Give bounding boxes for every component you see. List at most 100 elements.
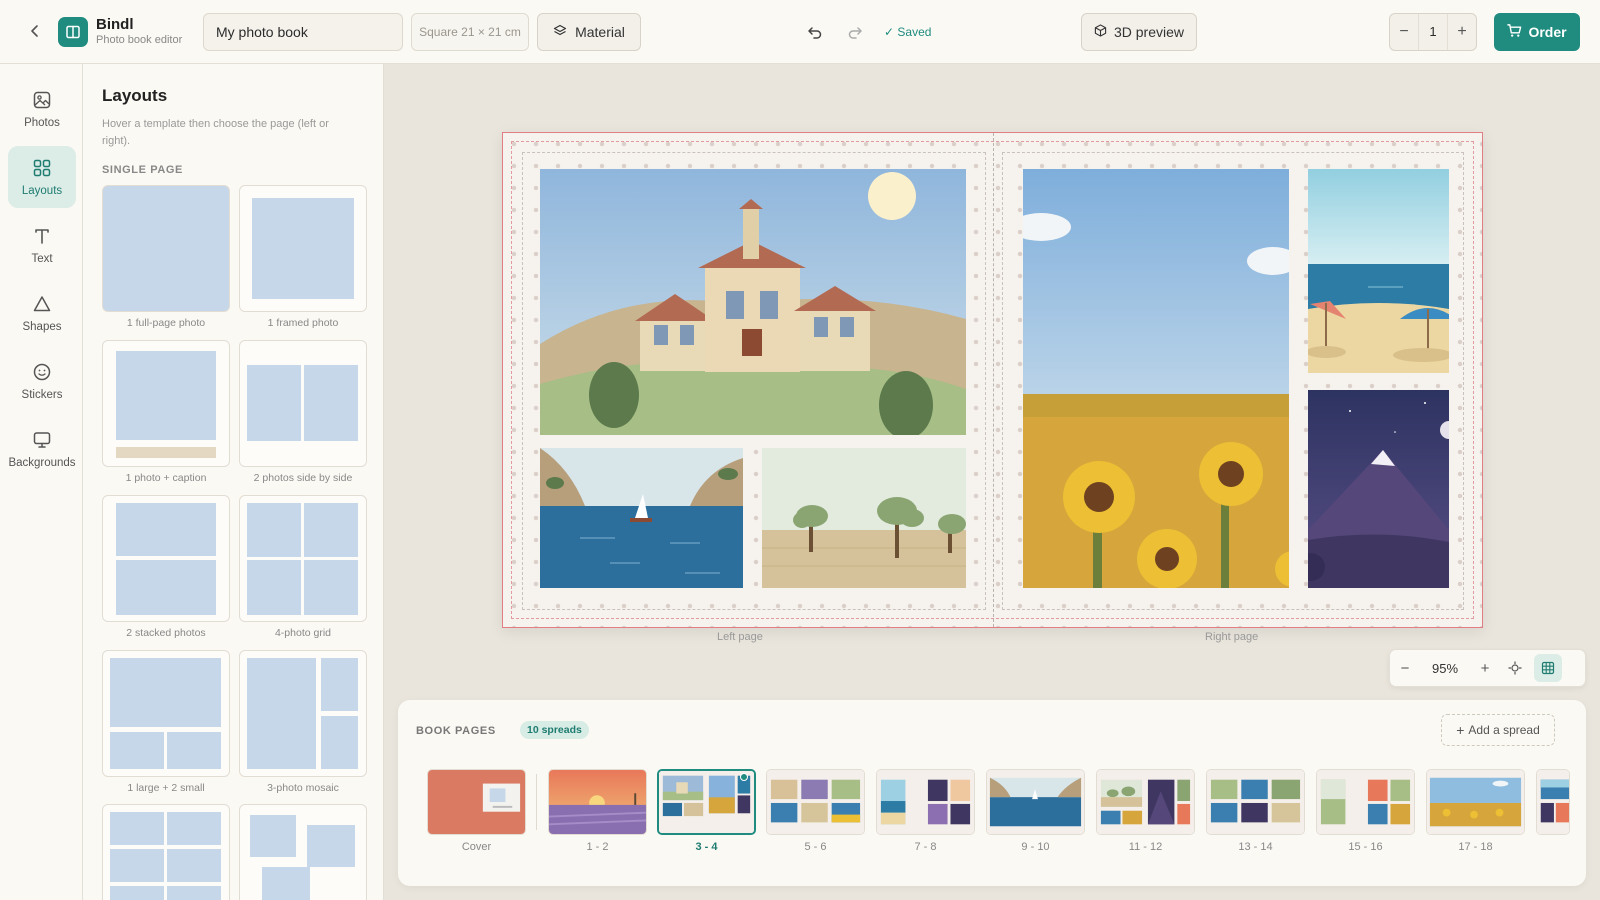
layout-label: 1 full-page photo <box>126 317 206 329</box>
3d-preview-button[interactable]: 3D preview <box>1081 13 1197 51</box>
rail-label-backgrounds: Backgrounds <box>8 456 76 469</box>
add-spread-label: Add a spread <box>1468 723 1540 737</box>
thumb-spread-13-14[interactable] <box>1206 769 1305 835</box>
rail-item-layouts[interactable]: Layouts <box>8 146 76 208</box>
book-pages-strip: BOOK PAGES 10 spreads + Add a spread Cov… <box>398 700 1586 886</box>
thumb-label: 5 - 6 <box>804 841 827 853</box>
thumb-cover[interactable] <box>427 769 526 835</box>
panel-title: Layouts <box>102 86 168 105</box>
thumb-spread-7-8[interactable] <box>876 769 975 835</box>
material-button[interactable]: Material <box>537 13 641 51</box>
quantity-increase-button[interactable]: + <box>1448 23 1476 41</box>
zoom-controls: − 95% + <box>1389 649 1586 687</box>
cube-icon <box>1094 24 1107 40</box>
photo-sea-sailboat[interactable] <box>540 448 743 588</box>
text-icon <box>32 226 52 249</box>
triangle-icon <box>32 294 52 317</box>
layout-tile-scattered[interactable] <box>239 804 367 900</box>
layout-label: 3-photo mosaic <box>267 782 339 794</box>
thumb-label: 17 - 18 <box>1458 841 1493 853</box>
rail-item-text[interactable]: Text <box>8 214 76 276</box>
thumb-spread-5-6[interactable] <box>766 769 865 835</box>
grid-toggle-icon[interactable] <box>1534 654 1562 682</box>
layout-tile-photo-caption[interactable] <box>102 340 230 467</box>
thumb-spread-17-18[interactable] <box>1426 769 1525 835</box>
thumb-label: 13 - 14 <box>1238 841 1273 853</box>
photo-olive-grove[interactable] <box>762 448 966 588</box>
layout-tile-framed[interactable] <box>239 185 367 312</box>
layout-tile-4-grid[interactable] <box>239 495 367 622</box>
rail-label-photos: Photos <box>24 116 60 129</box>
order-label: Order <box>1528 24 1567 40</box>
thumb-spread-1-2[interactable] <box>548 769 647 835</box>
book-logo-icon <box>58 17 88 47</box>
layout-tile-large-2-small[interactable] <box>102 650 230 777</box>
thumb-spread-9-10[interactable] <box>986 769 1085 835</box>
layout-label: 2 stacked photos <box>126 627 206 639</box>
quantity-value[interactable]: 1 <box>1418 14 1448 50</box>
rail-label-stickers: Stickers <box>21 388 63 401</box>
left-page-label: Left page <box>717 631 763 643</box>
layout-tile-full-page[interactable] <box>102 185 230 312</box>
thumb-label: 11 - 12 <box>1128 841 1163 853</box>
app-name: Bindl <box>96 16 134 33</box>
add-spread-button[interactable]: + Add a spread <box>1441 714 1555 746</box>
spread-count-badge: 10 spreads <box>520 721 589 739</box>
smiley-icon <box>32 362 52 385</box>
rail-label-text: Text <box>31 252 53 265</box>
panel-hint: Hover a template then choose the page (l… <box>102 118 329 147</box>
thumb-label: 1 - 2 <box>586 841 609 853</box>
cart-icon <box>1507 23 1522 41</box>
photo-sunflower-field[interactable] <box>1023 169 1289 588</box>
layout-label: 1 photo + caption <box>125 472 207 484</box>
top-bar: Bindl Photo book editor Square 21 × 21 c… <box>0 0 1600 64</box>
material-label: Material <box>575 24 625 40</box>
tool-rail: Photos Layouts Text Shapes Stickers Back… <box>0 64 83 900</box>
crosshair-center-icon[interactable] <box>1500 661 1530 675</box>
rail-item-stickers[interactable]: Stickers <box>8 350 76 412</box>
rail-item-photos[interactable]: Photos <box>8 78 76 140</box>
layout-label: 1 large + 2 small <box>127 782 205 794</box>
rail-item-shapes[interactable]: Shapes <box>8 282 76 344</box>
section-heading: SINGLE PAGE <box>102 164 183 176</box>
layout-tile-6-grid[interactable] <box>102 804 230 900</box>
active-spread-dot <box>740 773 748 781</box>
layers-icon <box>553 24 567 41</box>
spine-fold-line <box>993 133 994 627</box>
thumb-label: 15 - 16 <box>1348 841 1383 853</box>
zoom-out-button[interactable]: − <box>1390 660 1420 677</box>
rail-label-layouts: Layouts <box>21 184 63 197</box>
thumb-spread-11-12[interactable] <box>1096 769 1195 835</box>
thumb-separator <box>536 774 537 830</box>
preview-label: 3D preview <box>1113 24 1185 40</box>
monitor-icon <box>32 430 52 453</box>
undo-icon[interactable] <box>804 21 826 43</box>
right-page-label: Right page <box>1205 631 1259 643</box>
layout-label: 4-photo grid <box>274 627 332 639</box>
thumb-label: 9 - 10 <box>1021 841 1050 853</box>
zoom-in-button[interactable]: + <box>1470 660 1500 677</box>
app-subtitle: Photo book editor <box>96 34 183 46</box>
layouts-panel: Layouts Hover a template then choose the… <box>83 64 384 900</box>
back-chevron-icon[interactable] <box>24 20 46 42</box>
rail-item-backgrounds[interactable]: Backgrounds <box>8 418 76 480</box>
thumb-spread-15-16[interactable] <box>1316 769 1415 835</box>
layout-tile-side-by-side[interactable] <box>239 340 367 467</box>
photo-beach-umbrellas[interactable] <box>1308 169 1449 373</box>
photo-icon <box>32 90 52 113</box>
page-spread[interactable] <box>502 132 1483 628</box>
size-selector[interactable]: Square 21 × 21 cm <box>411 13 529 51</box>
book-title-input[interactable] <box>203 13 403 51</box>
layout-label: 1 framed photo <box>267 317 339 329</box>
thumb-spread-next[interactable] <box>1536 769 1570 835</box>
grid-icon <box>32 158 52 181</box>
redo-icon[interactable] <box>844 21 866 43</box>
layout-tile-3-mosaic[interactable] <box>239 650 367 777</box>
book-pages-title: BOOK PAGES <box>416 725 496 737</box>
photo-mountain-night[interactable] <box>1308 390 1449 588</box>
order-button[interactable]: Order <box>1494 13 1580 51</box>
layout-tile-stacked[interactable] <box>102 495 230 622</box>
layout-label: 2 photos side by side <box>253 472 353 484</box>
quantity-decrease-button[interactable]: − <box>1390 23 1418 41</box>
photo-villa-hill[interactable] <box>540 169 966 435</box>
